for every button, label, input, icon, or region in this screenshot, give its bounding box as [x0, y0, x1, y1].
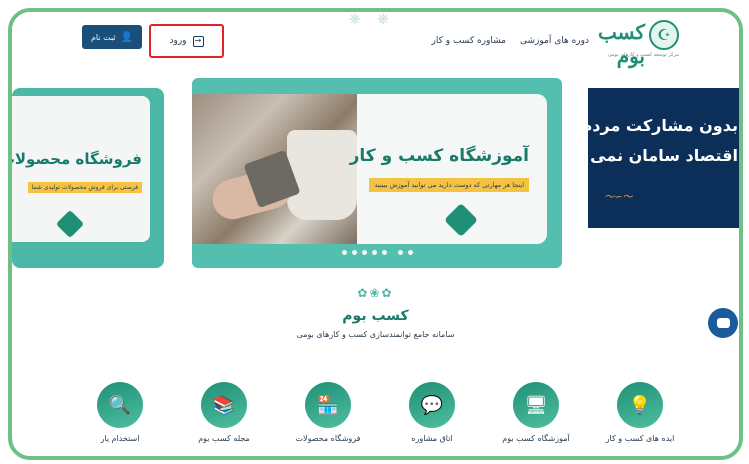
- logo-emblem-icon: ☪: [649, 20, 679, 50]
- intro-subtitle: سامانه جامع توانمندسازی کسب و کارهای بوم…: [296, 330, 455, 339]
- carousel-dot[interactable]: [371, 250, 377, 255]
- slide-card: فروشگاه محصولات فرصتی برای فروش محصولات …: [12, 96, 150, 242]
- nav-item-courses[interactable]: دوره های آموزشی: [520, 36, 589, 46]
- site-header: ❋ ❋ ☪ کسب بوم مرکز توسعه کسب و کارهای بو…: [12, 12, 739, 68]
- carousel-dot[interactable]: [407, 250, 413, 255]
- feature-label: آموزشگاه کسب بوم: [502, 434, 570, 443]
- magazine-icon: 📚: [201, 382, 247, 428]
- clay-pot-shape: [287, 130, 357, 220]
- signup-label: ثبت نام: [90, 32, 116, 42]
- lightbulb-icon: 💡: [617, 382, 663, 428]
- carousel-slide-shop[interactable]: فروشگاه محصولات فرصتی برای فروش محصولات …: [12, 88, 164, 268]
- main-nav: دوره های آموزشی مشاوره کسب و کار: [432, 36, 589, 46]
- feature-consulting-room[interactable]: 💬 اتاق مشاوره: [382, 382, 482, 443]
- carousel-slide-academy[interactable]: آموزشگاه کسب و کار اینجا هر مهارتی که دو…: [192, 78, 562, 268]
- browser-viewport: ❋ ❋ ☪ کسب بوم مرکز توسعه کسب و کارهای بو…: [8, 8, 743, 460]
- pottery-photo: [192, 94, 357, 244]
- logo-text: کسب بوم: [597, 20, 645, 68]
- storefront-icon: 🏪: [305, 382, 351, 428]
- feature-links: 💡 ایده های کسب و کار 🖥 آموزشگاه کسب بوم …: [12, 382, 739, 456]
- carousel-dot[interactable]: [397, 250, 403, 255]
- brand-badge-icon: [55, 209, 85, 239]
- login-icon: →: [192, 35, 204, 47]
- feature-store[interactable]: 🏪 فروشگاه محصولات: [278, 382, 378, 443]
- header-ornament: ❋ ❋: [349, 12, 395, 28]
- logo-subtitle: مرکز توسعه کسب و کارهای بومی: [607, 52, 679, 58]
- feature-business-ideas[interactable]: 💡 ایده های کسب و کار: [590, 382, 690, 443]
- nav-item-consulting[interactable]: مشاوره کسب و کار: [432, 36, 506, 46]
- add-user-icon: 👤: [120, 31, 134, 43]
- slide-subtitle: فرصتی برای فروش محصولات تولیدی شما: [27, 182, 142, 193]
- brand-badge-icon: [444, 203, 478, 237]
- hero-carousel[interactable]: فروشگاه محصولات فرصتی برای فروش محصولات …: [12, 78, 739, 278]
- intro-title: کسب بوم: [342, 308, 409, 324]
- slide-line-2: اقتصاد سامان نمی یابد: [588, 146, 738, 165]
- feature-label: استخدام یار: [100, 434, 140, 443]
- feature-label: مجله کسب بوم: [198, 434, 250, 443]
- carousel-dot[interactable]: [351, 250, 357, 255]
- feature-label: فروشگاه محصولات: [295, 434, 361, 443]
- slide-headline: آموزشگاه کسب و کار: [349, 146, 529, 166]
- feature-label: اتاق مشاوره: [411, 434, 453, 443]
- carousel-dot[interactable]: [381, 250, 387, 255]
- feature-label: ایده های کسب و کار: [605, 434, 675, 443]
- slide-card: آموزشگاه کسب و کار اینجا هر مهارتی که دو…: [192, 94, 547, 244]
- slide-tagline: اینجا هر مهارتی که دوست دارید می توانید …: [369, 178, 529, 192]
- slide-line-1: بدون مشارکت مردم: [588, 116, 738, 135]
- slide-title: فروشگاه محصولات: [12, 150, 142, 168]
- site-logo[interactable]: ☪ کسب بوم مرکز توسعه کسب و کارهای بومی: [598, 18, 679, 68]
- login-button[interactable]: ورود →: [149, 24, 224, 58]
- intro-section: ✿❀✿ کسب بوم سامانه جامع توانمندسازی کسب …: [12, 286, 739, 339]
- feature-recruitment[interactable]: 🔍 استخدام یار: [70, 382, 170, 443]
- intro-ornament-icon: ✿❀✿: [357, 286, 394, 300]
- feature-magazine[interactable]: 📚 مجله کسب بوم: [174, 382, 274, 443]
- carousel-dots: [192, 250, 562, 255]
- feature-academy[interactable]: 🖥 آموزشگاه کسب بوم: [486, 382, 586, 443]
- monitor-teaching-icon: 🖥: [513, 382, 559, 428]
- carousel-slide-participation[interactable]: بدون مشارکت مردم اقتصاد سامان نمی یابد 〜…: [588, 88, 739, 228]
- login-label: ورود: [169, 36, 187, 46]
- chat-bubbles-icon: 💬: [409, 382, 455, 428]
- signup-button[interactable]: ثبت نام 👤: [82, 25, 142, 49]
- carousel-dot[interactable]: [361, 250, 367, 255]
- carousel-dot[interactable]: [341, 250, 347, 255]
- signature-image: 〜∽〜: [604, 192, 633, 203]
- resume-search-icon: 🔍: [97, 382, 143, 428]
